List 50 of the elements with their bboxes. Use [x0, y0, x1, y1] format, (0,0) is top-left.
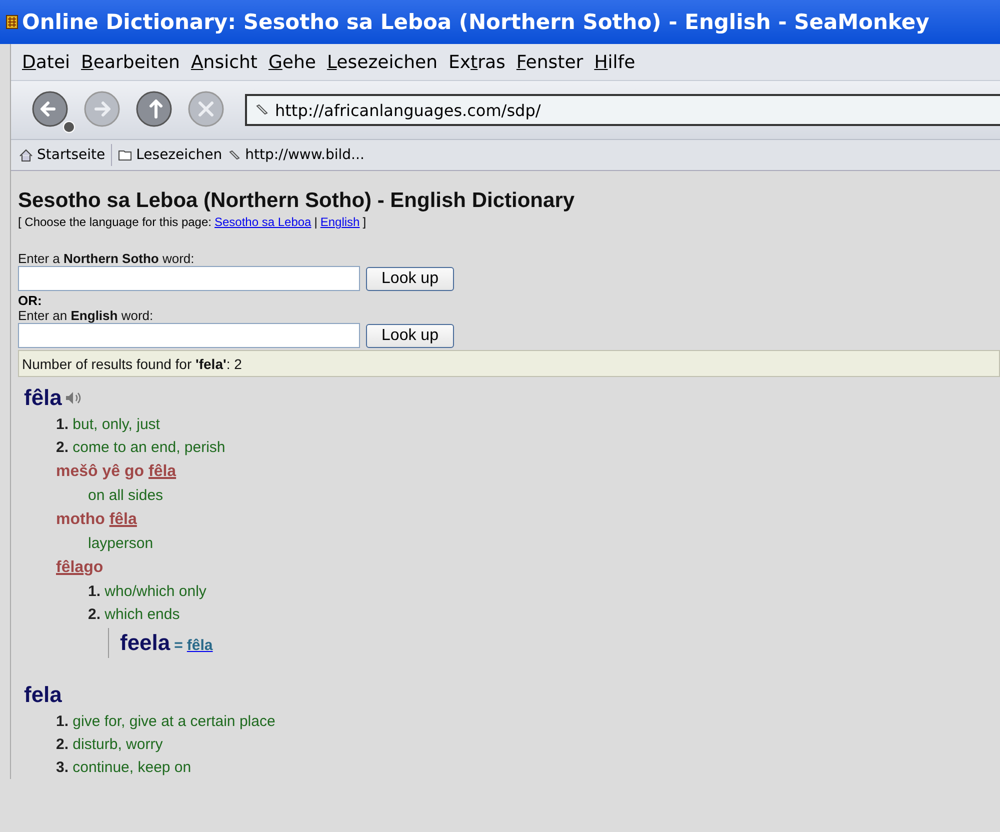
menu-item[interactable]: Hilfe	[594, 52, 636, 72]
window-title: Online Dictionary: Sesotho sa Leboa (Northern Sotho) - English - SeaMonkey	[22, 10, 930, 34]
field-label: Enter a Northern Sotho word:	[18, 251, 196, 266]
equals-sign: =	[174, 637, 183, 654]
url-field[interactable]: http://africanlanguages.com/sdp/	[245, 94, 1000, 126]
speaker-icon[interactable]	[64, 391, 83, 405]
gloss-text: layperson	[88, 534, 154, 554]
look-up-button[interactable]: Look up	[366, 266, 454, 290]
menu-item[interactable]: Lesezeichen	[326, 52, 438, 72]
look-up-button[interactable]: Look up	[366, 324, 454, 348]
menu-item[interactable]: Extras	[448, 52, 506, 72]
variant-headword: feela	[120, 630, 170, 656]
language-link[interactable]: English	[320, 215, 360, 229]
link-icon	[228, 148, 242, 162]
phrase-text: fêlago	[56, 558, 104, 578]
separator-text: |	[314, 215, 318, 229]
phrase-text: motho fêla	[56, 510, 138, 530]
gloss-text: on all sides	[88, 486, 164, 506]
sense-text: 1. give for, give at a certain place	[56, 712, 276, 732]
menu-item[interactable]: Fenster	[516, 52, 584, 72]
app-icon	[6, 15, 18, 29]
link-icon	[255, 103, 269, 117]
headword: fêla	[24, 385, 62, 411]
house-icon	[19, 148, 33, 162]
word-input-field[interactable]	[18, 323, 360, 348]
page-heading: Sesotho sa Leboa (Northern Sotho) - English Dictionary	[18, 189, 576, 213]
results-count: Number of results found for 'fela': 2	[22, 356, 242, 372]
menu-item[interactable]: Ansicht	[190, 52, 258, 72]
phrase-text: mešô yê go fêla	[56, 462, 178, 482]
sense-text: 2. which ends	[88, 605, 181, 625]
headword: fela	[24, 682, 62, 708]
bracket-text: ]	[362, 215, 366, 229]
menu-item[interactable]: Datei	[22, 52, 70, 72]
bookmark-item[interactable]: Lesezeichen	[118, 147, 222, 163]
or-label: OR:	[18, 293, 43, 308]
menu-item[interactable]: Gehe	[268, 52, 316, 72]
bookmark-item[interactable]: Startseite	[19, 147, 106, 163]
bookmark-item[interactable]: http://www.bild...	[228, 147, 364, 163]
language-link[interactable]: Sesotho sa Leboa	[214, 215, 312, 229]
sense-text: 2. disturb, worry	[56, 735, 164, 755]
word-input-field[interactable]	[18, 266, 360, 291]
sense-text: 1. but, only, just	[56, 415, 161, 435]
cross-reference-link[interactable]: fêla	[186, 637, 213, 654]
menu-item[interactable]: Bearbeiten	[81, 52, 180, 72]
folder-icon	[118, 149, 132, 161]
language-prompt: [ Choose the language for this page:	[18, 215, 212, 229]
sense-text: 2. come to an end, perish	[56, 438, 226, 458]
sense-text: 3. continue, keep on	[56, 758, 192, 778]
field-label: Enter an English word:	[18, 308, 154, 323]
sense-text: 1. who/which only	[88, 582, 208, 602]
